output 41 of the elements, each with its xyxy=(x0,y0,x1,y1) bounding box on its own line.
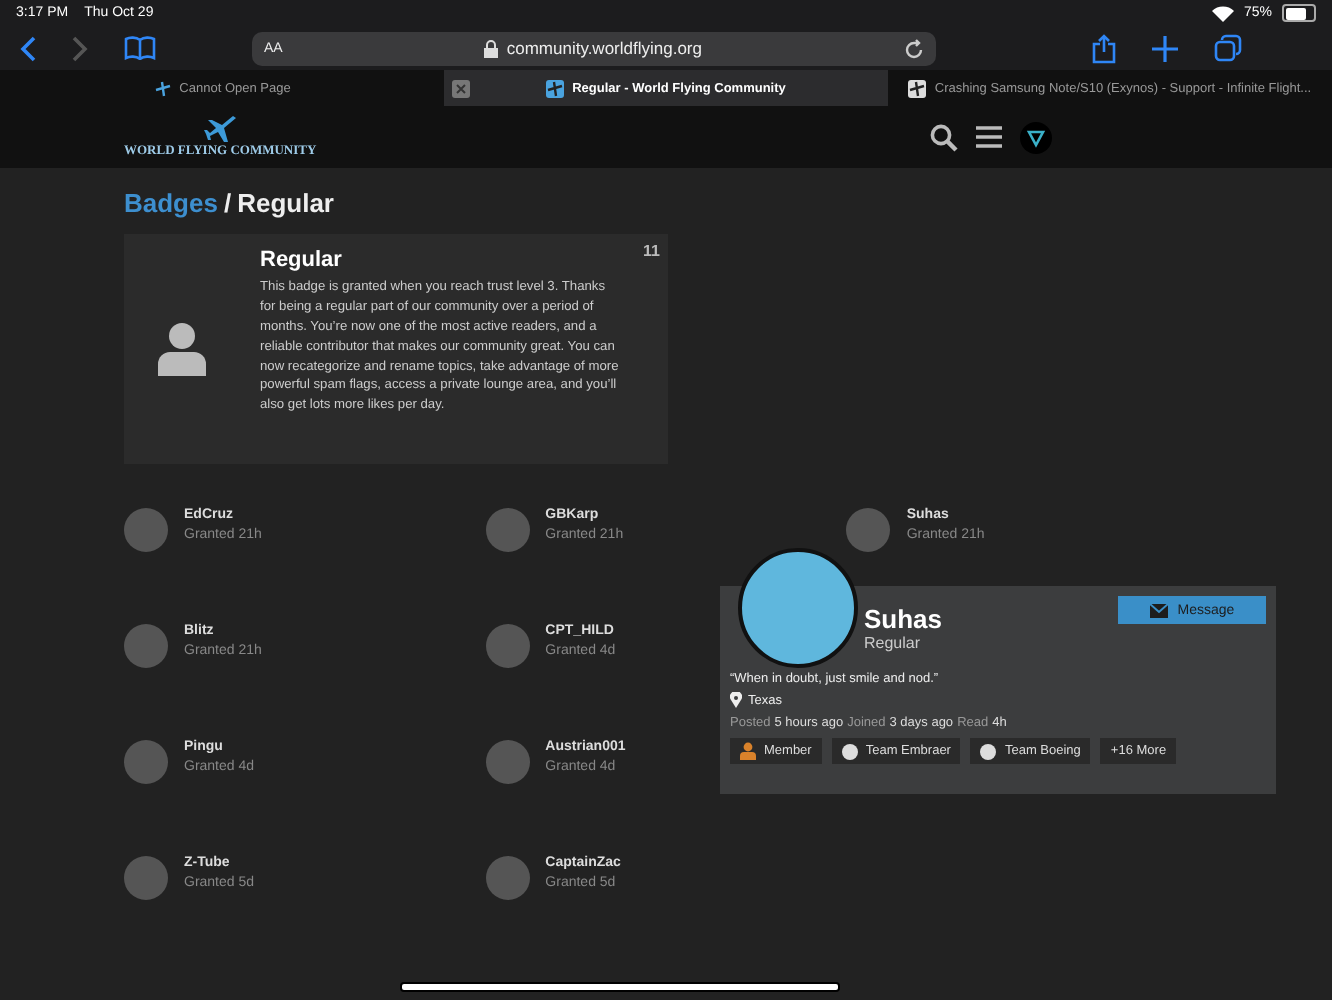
avatar[interactable] xyxy=(124,508,168,552)
menu-icon[interactable] xyxy=(976,126,1002,148)
location-pin-icon xyxy=(730,692,742,708)
search-icon[interactable] xyxy=(930,123,958,151)
envelope-icon xyxy=(1149,603,1168,617)
forward-icon[interactable] xyxy=(72,35,88,61)
user-card-name[interactable]: Suhas xyxy=(864,604,943,634)
person-icon xyxy=(158,322,206,376)
avatar[interactable] xyxy=(485,624,530,668)
back-icon[interactable] xyxy=(20,35,36,61)
badge-title: Regular xyxy=(260,248,344,272)
avatar[interactable] xyxy=(124,856,168,900)
close-icon[interactable] xyxy=(452,79,470,97)
breadcrumb-current: Regular xyxy=(237,188,334,218)
breadcrumb-separator: / xyxy=(223,188,232,218)
tabs-icon[interactable] xyxy=(1214,34,1242,62)
avatar[interactable] xyxy=(124,624,168,668)
breadcrumb-link[interactable]: Badges xyxy=(124,188,218,218)
avatar[interactable] xyxy=(846,508,891,552)
airplane-icon xyxy=(203,116,238,144)
wifi-icon xyxy=(1211,5,1234,21)
favicon-icon xyxy=(153,79,172,97)
favicon-icon xyxy=(546,79,565,97)
dot-icon xyxy=(980,743,997,759)
avatar[interactable] xyxy=(485,508,530,552)
plus-icon[interactable] xyxy=(1152,35,1178,61)
user-avatar-icon[interactable] xyxy=(1020,121,1052,153)
avatar[interactable] xyxy=(485,740,530,784)
share-icon[interactable] xyxy=(1092,33,1116,63)
favicon-icon xyxy=(908,79,927,97)
book-icon[interactable] xyxy=(124,36,156,60)
lock-icon xyxy=(484,39,499,57)
dot-icon xyxy=(841,743,858,759)
url-text: community.worldflying.org xyxy=(506,38,702,58)
person-icon xyxy=(740,742,756,760)
battery-icon xyxy=(1282,4,1316,22)
reload-icon[interactable] xyxy=(904,37,925,59)
avatar[interactable] xyxy=(124,740,168,784)
grant-count: 11 xyxy=(643,242,660,260)
avatar[interactable] xyxy=(485,856,530,900)
user-card-title: Regular xyxy=(864,634,923,652)
